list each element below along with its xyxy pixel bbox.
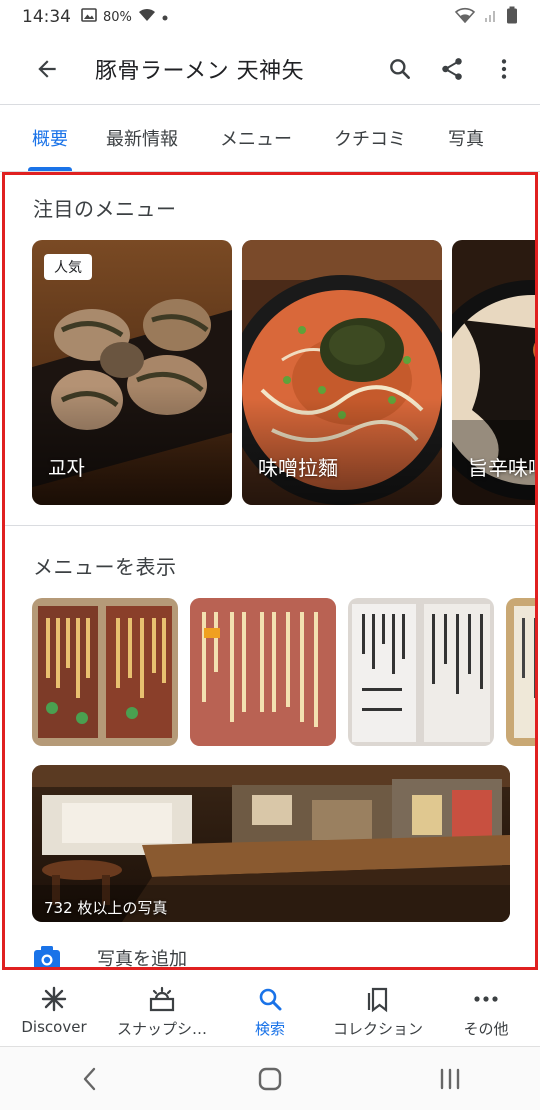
overflow-menu-button[interactable] — [478, 43, 530, 95]
nav-discover[interactable]: Discover — [0, 974, 108, 1046]
menu-item-label: 旨辛味噌 — [468, 456, 535, 480]
asterisk-icon — [41, 986, 67, 1012]
tab-menu[interactable]: メニュー — [220, 105, 292, 171]
image-notification-icon — [81, 8, 97, 26]
menu-photo-thumbnail[interactable] — [190, 598, 336, 746]
featured-menu-card[interactable]: 旨辛味噌 — [452, 240, 535, 505]
collections-icon — [367, 987, 388, 1013]
menu-board-photo — [190, 598, 336, 746]
popular-badge: 人気 — [44, 254, 92, 280]
featured-menu-card[interactable]: 人気 교자 — [32, 240, 232, 505]
snapshot-icon — [149, 986, 175, 1012]
nav-collections[interactable]: コレクション — [324, 974, 432, 1046]
more-vert-icon — [501, 59, 507, 79]
view-menu-title: メニューを表示 — [33, 555, 177, 579]
cell-signal-icon — [484, 7, 498, 27]
nav-label: 検索 — [254, 1020, 285, 1038]
recents-icon — [440, 1068, 460, 1089]
photos-gallery-tile[interactable]: 732 枚以上の写真 — [32, 765, 510, 922]
menu-item-label: 교자 — [48, 456, 85, 480]
nav-more[interactable]: その他 — [432, 974, 540, 1046]
chevron-left-icon — [83, 1067, 96, 1090]
highlighted-content-region: 注目のメニュー 人気 교자 味噌拉麵 旨辛味 メニューを表示 732 枚以上の写… — [2, 172, 538, 970]
back-button[interactable] — [17, 39, 77, 99]
nav-snapshot[interactable]: スナップシ… — [108, 974, 216, 1046]
add-photo-label: 写真を追加 — [97, 949, 187, 970]
nav-label: Discover — [21, 1018, 87, 1036]
more-icon — [474, 996, 498, 1002]
share-icon — [442, 58, 462, 80]
tab-updates[interactable]: 最新情報 — [106, 105, 178, 171]
tab-reviews[interactable]: クチコミ — [334, 105, 406, 171]
menu-board-photo — [32, 598, 178, 746]
battery-percent-text: 80% — [103, 9, 132, 25]
notification-dot-icon — [162, 10, 168, 25]
section-divider — [5, 525, 535, 526]
system-back-button[interactable] — [50, 1054, 130, 1104]
search-icon — [390, 59, 410, 79]
tab-photos[interactable]: 写真 — [448, 105, 484, 171]
place-title: 豚骨ラーメン 天神矢 — [95, 59, 305, 84]
wifi-signal-icon — [454, 7, 476, 27]
tab-bar: 概要 最新情報 メニュー クチコミ 写真 — [0, 105, 540, 171]
menu-sheet-photo — [506, 598, 535, 746]
menu-photo-thumbnail[interactable] — [32, 598, 178, 746]
featured-menu-card[interactable]: 味噌拉麵 — [242, 240, 442, 505]
system-navigation-bar — [0, 1047, 540, 1110]
wifi-icon — [138, 8, 156, 26]
nav-label: その他 — [463, 1020, 509, 1038]
menu-item-label: 味噌拉麵 — [258, 456, 338, 480]
add-photo-button[interactable]: 写真を追加 — [33, 943, 187, 970]
featured-menu-title: 注目のメニュー — [33, 197, 177, 221]
photo-count-caption: 732 枚以上の写真 — [44, 899, 168, 917]
camera-icon — [34, 946, 60, 967]
menu-sheet-photo — [348, 598, 494, 746]
bottom-navigation: Discover スナップシ… 検索 コレクション その他 — [0, 974, 540, 1046]
menu-photo-thumbnail[interactable] — [348, 598, 494, 746]
nav-label: コレクション — [332, 1020, 423, 1038]
battery-icon — [506, 6, 518, 28]
menu-photo-thumbnail[interactable] — [506, 598, 535, 746]
arrow-back-icon — [38, 60, 56, 78]
system-recents-button[interactable] — [410, 1054, 490, 1104]
tab-overview[interactable]: 概要 — [28, 105, 72, 171]
share-button[interactable] — [426, 43, 478, 95]
search-icon — [259, 988, 282, 1011]
status-time: 14:34 — [22, 7, 71, 27]
system-home-button[interactable] — [230, 1054, 310, 1104]
home-icon — [258, 1067, 282, 1090]
nav-search[interactable]: 検索 — [216, 974, 324, 1046]
app-bar: 豚骨ラーメン 天神矢 — [0, 34, 540, 104]
status-bar: 14:34 80% — [0, 0, 540, 34]
search-button[interactable] — [374, 43, 426, 95]
nav-label: スナップシ… — [116, 1020, 207, 1038]
